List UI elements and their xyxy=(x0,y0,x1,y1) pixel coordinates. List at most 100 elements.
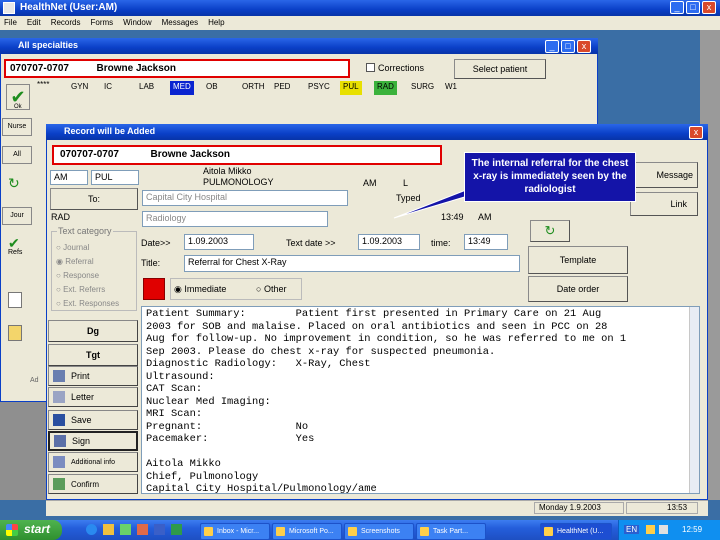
spec-tab-pul[interactable]: PUL xyxy=(340,81,362,95)
save-button[interactable]: Save xyxy=(48,410,138,430)
menu-records[interactable]: Records xyxy=(51,18,81,30)
template-button[interactable]: Template xyxy=(528,246,628,274)
additional-info-button[interactable]: Additional info xyxy=(48,452,138,472)
referral-body-text: Patient Summary: Patient first presented… xyxy=(146,308,627,494)
menu-help[interactable]: Help xyxy=(208,18,224,30)
menu-messages[interactable]: Messages xyxy=(162,18,198,30)
info-icon xyxy=(53,456,65,468)
quicklaunch-desktop-icon[interactable] xyxy=(120,524,131,535)
dialog-patient-id: 070707-0707 xyxy=(60,149,119,160)
taskbar-item-healthnet[interactable]: HealthNet (U... xyxy=(540,523,612,540)
date-order-button[interactable]: Date order xyxy=(528,276,628,302)
specialties-minimize-icon[interactable]: _ xyxy=(545,40,559,53)
date-field[interactable]: 1.09.2003 xyxy=(184,234,254,250)
spec-tab-rad[interactable]: RAD xyxy=(374,81,397,95)
all-button[interactable]: All xyxy=(2,146,32,164)
spec-tab-lab[interactable]: LAB xyxy=(136,81,157,95)
background-window-bottom xyxy=(0,400,50,500)
am-label: AM xyxy=(363,178,377,188)
radio-journal[interactable]: ○ Journal xyxy=(56,243,89,252)
doctor-dept: PULMONOLOGY xyxy=(203,177,274,187)
time-field[interactable]: 13:49 xyxy=(464,234,508,250)
close-icon[interactable]: x xyxy=(702,1,716,14)
specialties-close-icon[interactable]: x xyxy=(577,40,591,53)
minimize-icon[interactable]: _ xyxy=(670,1,684,14)
taskbar-item-inbox[interactable]: Inbox - Micr... xyxy=(200,523,270,540)
specialty-field[interactable]: PUL xyxy=(91,170,139,185)
radiology-field[interactable]: Radiology xyxy=(142,211,328,227)
to-button[interactable]: To: xyxy=(50,188,138,210)
quicklaunch-excel-icon[interactable] xyxy=(171,524,182,535)
specialties-maximize-icon[interactable]: □ xyxy=(561,40,575,53)
sign-button[interactable]: Sign xyxy=(48,431,138,451)
tray-icon-2[interactable] xyxy=(659,525,668,534)
corrections-checkbox[interactable] xyxy=(366,63,375,72)
letter-button[interactable]: Letter xyxy=(48,387,138,407)
text-date-field[interactable]: 1.09.2003 xyxy=(358,234,420,250)
menu-edit[interactable]: Edit xyxy=(27,18,41,30)
status-time: 13:53 xyxy=(626,502,698,514)
spec-tab-surg[interactable]: SURG xyxy=(408,81,437,95)
quicklaunch-outlook-icon[interactable] xyxy=(103,524,114,535)
select-patient-button[interactable]: Select patient xyxy=(454,59,546,79)
taskbar-item-task-part[interactable]: Task Part... xyxy=(416,523,486,540)
tgt-button[interactable]: Tgt xyxy=(48,344,138,366)
nurse-button[interactable]: Nurse xyxy=(2,118,32,136)
attach-icon[interactable]: ↻ xyxy=(530,220,570,242)
refresh-arrows-icon[interactable]: ↻ xyxy=(8,175,26,191)
maximize-icon[interactable]: □ xyxy=(686,1,700,14)
title-field[interactable]: Referral for Chest X-Ray xyxy=(184,255,520,272)
radio-immediate[interactable]: ◉ Immediate xyxy=(174,284,226,295)
tray-icon[interactable] xyxy=(646,525,655,534)
windows-logo-icon xyxy=(6,524,18,536)
spec-tab-med[interactable]: MED xyxy=(170,81,194,95)
clock: 12:59 xyxy=(682,525,703,534)
quicklaunch-word-icon[interactable] xyxy=(154,524,165,535)
print-button[interactable]: Print xyxy=(48,366,138,386)
corrections-label: Corrections xyxy=(378,63,425,73)
jour-button[interactable]: Jour xyxy=(2,207,32,225)
spec-tab-ped[interactable]: PED xyxy=(271,81,293,95)
radio-ext-referrs[interactable]: ○ Ext. Referrs xyxy=(56,285,105,294)
confirm-button[interactable]: Confirm xyxy=(48,474,138,494)
specialties-title-bar: All specialties xyxy=(0,38,598,54)
radio-response[interactable]: ○ Response xyxy=(56,271,99,280)
to-field[interactable]: Capital City Hospital xyxy=(142,190,348,206)
dialog-patient-name: Browne Jackson xyxy=(150,149,230,160)
referral-text-area[interactable]: Patient Summary: Patient first presented… xyxy=(141,306,700,494)
record-dialog-close-icon[interactable]: x xyxy=(689,126,703,139)
taskbar-item-screenshots[interactable]: Screenshots xyxy=(344,523,414,540)
dg-button[interactable]: Dg xyxy=(48,320,138,342)
menu-forms[interactable]: Forms xyxy=(90,18,113,30)
patient-id: 070707-0707 xyxy=(10,63,69,74)
scrollbar[interactable] xyxy=(689,307,699,493)
l-label: L xyxy=(403,178,409,188)
refs-label[interactable]: Refs xyxy=(8,249,22,256)
spec-tab-psyc[interactable]: PSYC xyxy=(305,81,333,95)
spec-tab-ic[interactable]: IC xyxy=(101,81,115,95)
confirm-icon xyxy=(53,478,65,490)
rad-label: RAD xyxy=(51,212,71,222)
quicklaunch-ie-icon[interactable] xyxy=(86,524,97,535)
spec-tab-orth[interactable]: ORTH xyxy=(239,81,268,95)
spec-tab-ob[interactable]: OB xyxy=(203,81,221,95)
radio-referral[interactable]: ◉ Referral xyxy=(56,257,94,266)
language-indicator[interactable]: EN xyxy=(624,525,640,534)
document-icon[interactable] xyxy=(8,292,22,308)
pen-icon xyxy=(54,435,66,447)
link-button[interactable]: Link xyxy=(630,192,698,216)
taskbar-item-powerpoint[interactable]: Microsoft Po... xyxy=(272,523,342,540)
radio-other[interactable]: ○ Other xyxy=(256,284,286,294)
notepad-icon[interactable] xyxy=(8,325,22,341)
ok-label: Ok xyxy=(14,104,22,110)
radio-ext-responses[interactable]: ○ Ext. Responses xyxy=(56,299,119,308)
menu-file[interactable]: File xyxy=(4,18,17,30)
user-field[interactable]: AM xyxy=(50,170,88,185)
spec-tab-w1[interactable]: W1 xyxy=(442,81,460,95)
spec-tab-gyn[interactable]: GYN xyxy=(68,81,91,95)
message-button[interactable]: Message xyxy=(630,162,698,188)
menu-window[interactable]: Window xyxy=(123,18,151,30)
main-menu-bar: File Edit Records Forms Window Messages … xyxy=(0,16,720,30)
asterisks: **** xyxy=(37,80,50,89)
quicklaunch-media-icon[interactable] xyxy=(137,524,148,535)
